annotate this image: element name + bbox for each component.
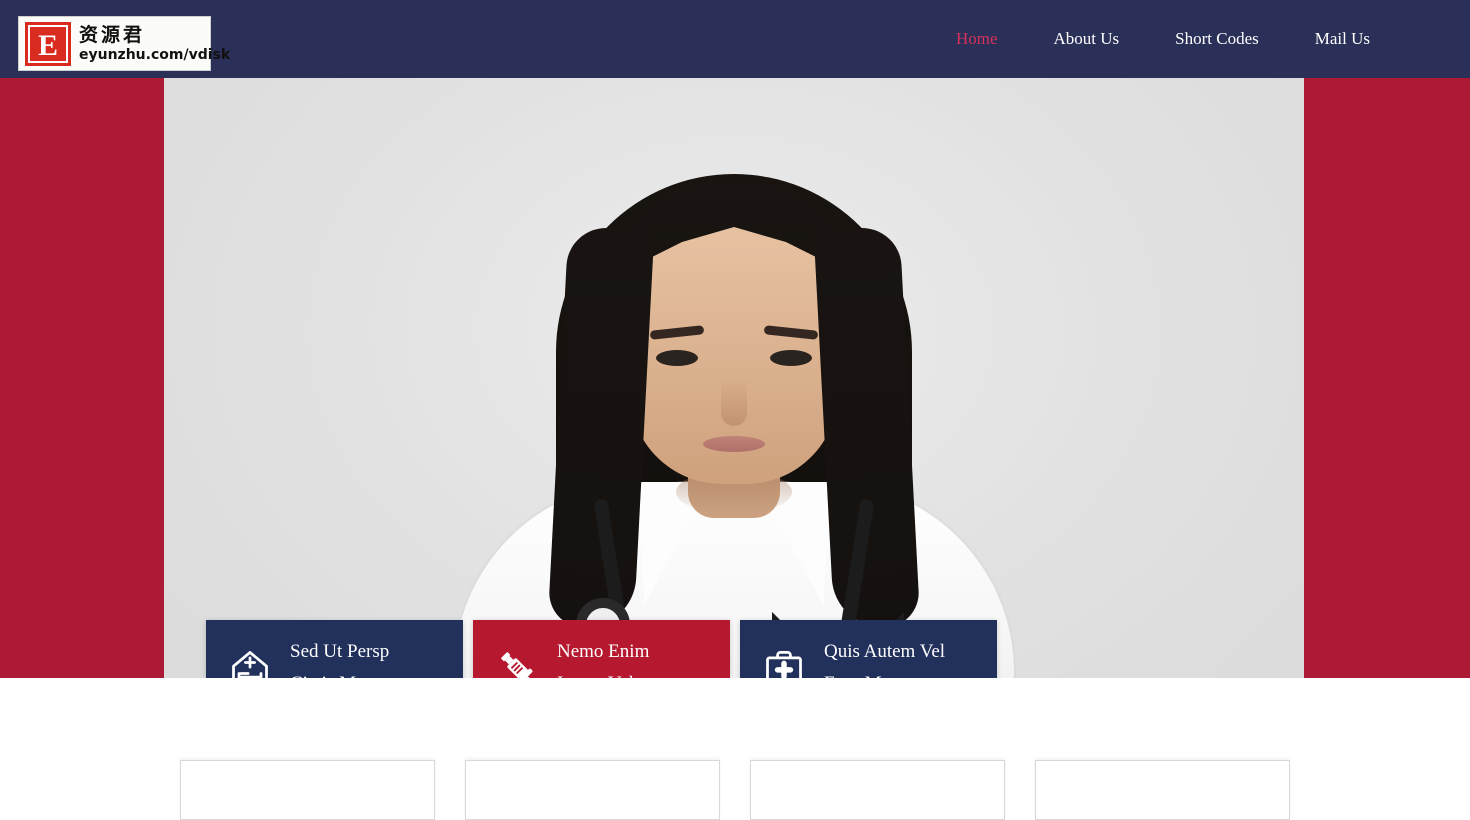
hero-banner: Sed Ut Persp Ciatis Mers: [0, 78, 1470, 678]
mouth: [703, 436, 765, 452]
nav-item-short-codes[interactable]: Short Codes: [1147, 0, 1287, 78]
info-cards-row: [180, 760, 1290, 820]
feature-boxes: Sed Ut Persp Ciatis Mers: [206, 620, 1006, 678]
watermark-url: eyunzhu.com/vdisk: [79, 46, 231, 63]
feature-box-sed-ut-persp[interactable]: Sed Ut Persp Ciatis Mers: [206, 620, 463, 678]
feature-box-nemo-enim[interactable]: Nemo Enim Ipsam Volup: [473, 620, 730, 678]
nose: [721, 378, 747, 426]
eye-left: [656, 350, 698, 366]
feature-box-quis-autem-vel[interactable]: Quis Autem Vel Eum Mers: [740, 620, 997, 678]
watermark-logo-icon: E: [25, 21, 71, 66]
info-card-4[interactable]: [1035, 760, 1290, 820]
feature-label: Nemo Enim Ipsam Volup: [557, 640, 653, 679]
hospital-bed-icon: [224, 640, 276, 678]
watermark-letter: E: [28, 24, 68, 63]
syringe-icon: [491, 640, 543, 678]
feature-label: Sed Ut Persp Ciatis Mers: [290, 640, 390, 679]
hero-doctor-photo: [164, 78, 1304, 678]
main-navigation: Home About Us Short Codes Mail Us: [928, 0, 1398, 78]
feature-label: Quis Autem Vel Eum Mers: [824, 640, 946, 679]
info-card-1[interactable]: [180, 760, 435, 820]
nav-item-home[interactable]: Home: [928, 0, 1026, 78]
feature-row-1: Sed Ut Persp Ciatis Mers: [206, 620, 1006, 678]
info-card-2[interactable]: [465, 760, 720, 820]
watermark-text: 资源君 eyunzhu.com/vdisk: [79, 24, 230, 64]
info-cards-section: [0, 678, 1470, 820]
watermark-overlay: E 资源君 eyunzhu.com/vdisk: [18, 16, 230, 71]
nav-item-mail-us[interactable]: Mail Us: [1287, 0, 1398, 78]
nav-item-about-us[interactable]: About Us: [1026, 0, 1148, 78]
watermark-chinese-text: 资源君: [79, 23, 146, 46]
first-aid-kit-icon: [758, 640, 810, 678]
eye-right: [770, 350, 812, 366]
info-card-3[interactable]: [750, 760, 1005, 820]
